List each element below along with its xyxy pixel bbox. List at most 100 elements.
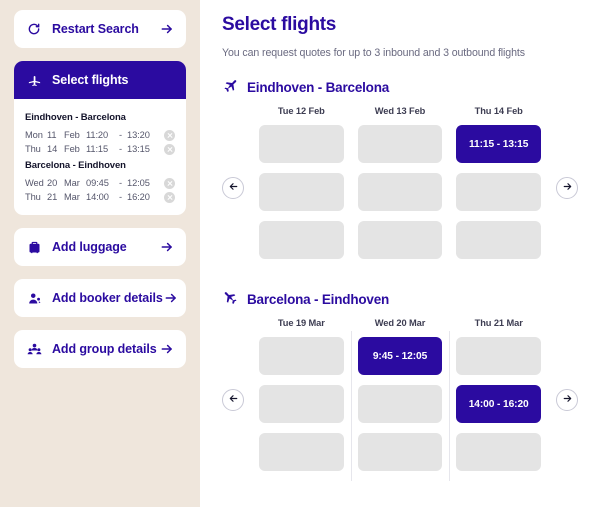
leg-title: Barcelona - Eindhoven: [247, 291, 390, 307]
date-column: Wed 20 Mar 9:45 - 12:05: [350, 318, 450, 481]
flight-arrival-time: 13:20: [127, 130, 150, 140]
sidebar: Restart Search Select flights Eindhoven …: [0, 0, 200, 507]
flight-dayofweek: Thu: [25, 144, 41, 154]
flight-slot-empty[interactable]: [259, 173, 344, 211]
arrow-right-icon: [163, 290, 179, 306]
remove-flight-icon[interactable]: [164, 191, 175, 203]
flight-slot-time: 14:00 - 16:20: [468, 398, 529, 410]
date-column-header: Thu 21 Mar: [474, 318, 523, 328]
flight-month: Mar: [64, 178, 80, 188]
select-flights-panel-header[interactable]: Select flights: [14, 61, 186, 99]
flight-daynumber: 21: [47, 192, 58, 202]
arrow-right-icon: [159, 341, 175, 357]
remove-flight-icon[interactable]: [164, 143, 175, 155]
flight-arrival-time: 16:20: [127, 192, 150, 202]
selected-flight-row: Mon 11 Feb 11:20-13:20: [25, 128, 175, 142]
flight-slot-time: 11:15 - 13:15: [469, 138, 529, 150]
flight-dayofweek: Mon: [25, 130, 43, 140]
flight-slot-selected[interactable]: 11:15 - 13:15: [456, 125, 542, 163]
arrow-right-icon: [562, 392, 573, 407]
flight-daynumber: 11: [47, 130, 57, 140]
plane-arrive-icon: [222, 291, 238, 307]
main-content: Select flights You can request quotes fo…: [200, 0, 600, 507]
flight-slot-empty[interactable]: [357, 433, 443, 471]
date-column: Tue 12 Feb: [252, 106, 351, 269]
restart-search-button[interactable]: Restart Search: [14, 10, 186, 48]
flight-leg-section: Barcelona - Eindhoven Tue 19 Mar Wed 20 Ma…: [222, 291, 578, 481]
selected-flight-row: Thu 14 Feb 11:15-13:15: [25, 142, 175, 156]
leg-header: Barcelona - Eindhoven: [222, 291, 578, 307]
date-column-header: Tue 12 Feb: [277, 106, 325, 116]
sidebar-item-add-luggage[interactable]: Add luggage: [14, 228, 186, 266]
next-dates-button[interactable]: [556, 388, 578, 411]
flight-slot-empty[interactable]: [357, 173, 443, 211]
flight-slot-empty[interactable]: [357, 221, 443, 259]
selected-flight-row: Thu 21 Mar 14:00-16:20: [25, 190, 175, 204]
leg-header: Eindhoven - Barcelona: [222, 79, 578, 95]
sidebar-item-add-booker-details[interactable]: Add booker details: [14, 279, 186, 317]
sidebar-item-add-group-details[interactable]: Add group details: [14, 330, 186, 368]
flight-month: Feb: [64, 130, 80, 140]
flight-daynumber: 20: [47, 178, 58, 188]
flight-departure-time: 09:45: [86, 178, 109, 188]
app-root: Restart Search Select flights Eindhoven …: [0, 0, 600, 507]
sidebar-item-label: Add luggage: [52, 240, 127, 254]
page-title: Select flights: [222, 14, 337, 35]
select-flights-label: Select flights: [52, 73, 129, 87]
arrow-right-icon: [159, 21, 175, 37]
arrow-left-icon: [228, 180, 239, 195]
flight-departure-time: 11:15: [86, 144, 109, 154]
flight-slot-empty[interactable]: [456, 221, 542, 259]
date-column: Wed 13 Feb: [351, 106, 450, 269]
date-column-header: Wed 13 Feb: [374, 106, 426, 116]
next-dates-button[interactable]: [556, 176, 578, 199]
flight-departure-time: 14:00: [86, 192, 109, 202]
sidebar-item-label: Add booker details: [52, 291, 163, 305]
flight-month: Feb: [64, 144, 80, 154]
remove-flight-icon[interactable]: [164, 177, 175, 189]
date-column-header: Tue 19 Mar: [277, 318, 325, 328]
flight-departure-time: 11:20: [86, 130, 109, 140]
person-icon: [25, 289, 43, 307]
flight-slot-empty[interactable]: [259, 125, 344, 163]
group-icon: [25, 340, 43, 358]
arrow-right-icon: [159, 239, 175, 255]
date-columns: Tue 12 Feb Wed 13 Feb Thu 14 Feb 11:15 - 13…: [252, 106, 548, 269]
flight-time-dash: -: [119, 130, 122, 140]
date-column-header: Wed 20 Mar: [374, 318, 426, 328]
date-columns: Tue 19 Mar Wed 20 Mar 9:45 - 12:05 Thu 21 M…: [252, 318, 548, 481]
prev-dates-button[interactable]: [222, 176, 244, 199]
flight-slot-empty[interactable]: [357, 125, 443, 163]
flight-dayofweek: Thu: [25, 192, 41, 202]
sidebar-item-label: Add group details: [52, 342, 157, 356]
remove-flight-icon[interactable]: [164, 129, 175, 141]
date-column-header: Thu 14 Feb: [474, 106, 523, 116]
flight-month: Mar: [64, 192, 80, 202]
flight-daynumber: 14: [47, 144, 58, 154]
flight-arrival-time: 13:15: [127, 144, 150, 154]
flight-time-dash: -: [119, 192, 122, 202]
flight-time-dash: -: [119, 144, 122, 154]
plane-icon: [25, 71, 43, 89]
flight-slot-empty[interactable]: [259, 221, 344, 259]
flight-slot-empty[interactable]: [259, 337, 344, 375]
plane-depart-icon: [222, 79, 238, 95]
flight-slot-empty[interactable]: [259, 433, 344, 471]
flight-slot-empty[interactable]: [357, 385, 443, 423]
flight-slot-empty[interactable]: [259, 385, 344, 423]
flight-dayofweek: Wed: [25, 178, 44, 188]
flight-slot-selected[interactable]: 9:45 - 12:05: [357, 337, 443, 375]
flight-slot-empty[interactable]: [456, 173, 542, 211]
page-subtitle: You can request quotes for up to 3 inbou…: [222, 47, 525, 59]
arrow-left-icon: [228, 392, 239, 407]
prev-dates-button[interactable]: [222, 388, 244, 411]
flight-slot-empty[interactable]: [456, 337, 542, 375]
flight-group-title: Barcelona - Eindhoven: [25, 160, 126, 171]
flight-slot-time: 9:45 - 12:05: [372, 350, 428, 362]
flight-grid: Tue 12 Feb Wed 13 Feb Thu 14 Feb 11:15 - 13…: [222, 106, 578, 269]
flight-arrival-time: 12:05: [127, 178, 150, 188]
flight-group-title: Eindhoven - Barcelona: [25, 112, 126, 123]
flight-time-dash: -: [119, 178, 122, 188]
flight-slot-selected[interactable]: 14:00 - 16:20: [456, 385, 542, 423]
flight-slot-empty[interactable]: [456, 433, 542, 471]
